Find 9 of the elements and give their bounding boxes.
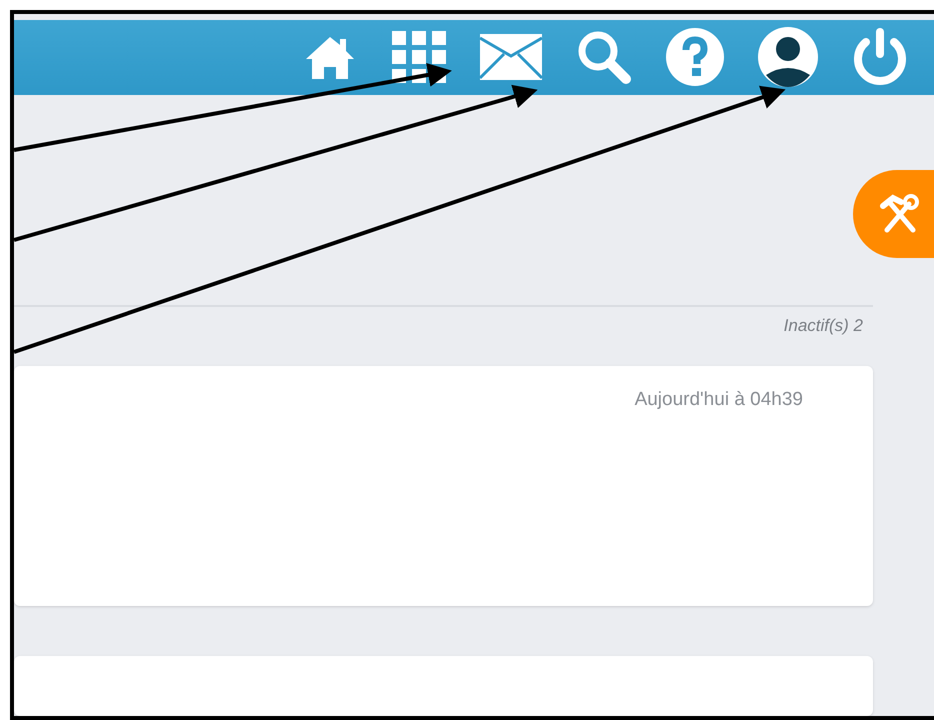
search-icon[interactable] bbox=[576, 29, 632, 86]
inactive-count: Inactif(s) 2 bbox=[784, 314, 863, 336]
help-icon[interactable] bbox=[666, 28, 724, 86]
hammer-wrench-icon bbox=[879, 194, 921, 234]
power-icon[interactable] bbox=[852, 28, 908, 86]
card-time: Aujourd'hui à 04h39 bbox=[634, 388, 803, 412]
user-icon[interactable] bbox=[758, 27, 818, 88]
grid-icon[interactable] bbox=[392, 31, 446, 84]
mail-icon[interactable] bbox=[480, 34, 542, 80]
